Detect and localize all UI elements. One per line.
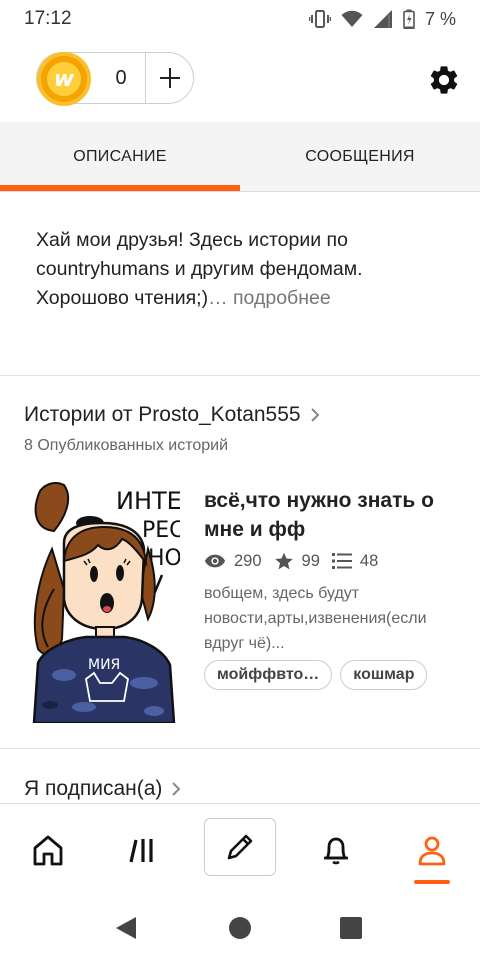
coin-count: 0 xyxy=(115,67,127,89)
buy-coins-button[interactable] xyxy=(146,53,194,103)
divider xyxy=(0,748,480,749)
tab-messages[interactable]: СООБЩЕНИЯ xyxy=(240,122,480,192)
tag-chip[interactable]: кошмар xyxy=(340,660,428,690)
reads-count: 290 xyxy=(234,551,262,570)
story-tags: мойффвто… кошмар xyxy=(204,660,428,690)
library-icon xyxy=(129,839,153,863)
tab-description[interactable]: ОПИСАНИЕ xyxy=(0,122,240,192)
story-cover[interactable]: ИНТЕ- РЕС НО МИЯ xyxy=(24,479,190,725)
read-more-link[interactable]: … подробнее xyxy=(208,287,331,309)
battery-icon xyxy=(403,9,415,29)
profile-tabs: ОПИСАНИЕ СООБЩЕНИЯ xyxy=(0,122,480,192)
home-icon xyxy=(33,835,63,866)
story-description: вобщем, здесь будут новости,арты,извенен… xyxy=(204,585,427,652)
system-back-button[interactable] xyxy=(108,910,144,946)
nav-library[interactable] xyxy=(96,804,192,896)
nav-write[interactable] xyxy=(204,818,276,876)
cover-illustration: ИНТЕ- РЕС НО МИЯ xyxy=(32,482,190,725)
system-navigation xyxy=(0,896,480,960)
coin-icon: w xyxy=(37,52,91,106)
parts-stat: 48 xyxy=(331,551,379,571)
wifi-icon xyxy=(341,10,363,28)
stories-section-title: Истории от Prosto_Kotan555 xyxy=(24,403,301,426)
story-title[interactable]: всё,что нужно знать о мне и фф xyxy=(204,486,466,544)
following-title: Я подписан(а) xyxy=(24,777,163,800)
divider xyxy=(0,375,480,376)
battery-percent: 7 % xyxy=(424,8,456,29)
cover-shirt-text: МИЯ xyxy=(88,657,120,673)
stories-count: 8 Опубликованных историй xyxy=(24,437,229,454)
system-home-button[interactable] xyxy=(222,910,258,946)
votes-stat: 99 xyxy=(274,551,320,571)
coin-letter: w xyxy=(47,62,81,96)
bell-icon xyxy=(324,837,348,865)
chevron-right-icon xyxy=(172,782,181,796)
reads-stat: 290 xyxy=(204,552,262,571)
back-icon xyxy=(116,917,136,939)
nav-home[interactable] xyxy=(0,804,96,896)
recents-icon xyxy=(340,917,362,939)
cover-text-2: РЕС xyxy=(142,518,180,543)
settings-button[interactable] xyxy=(424,60,464,100)
coin-wallet[interactable]: w 0 xyxy=(36,52,194,106)
votes-count: 99 xyxy=(301,551,320,570)
cover-text-1: ИНТЕ- xyxy=(116,487,180,515)
pencil-icon xyxy=(227,834,253,860)
eye-icon xyxy=(204,554,226,568)
list-icon xyxy=(331,553,352,569)
stories-section-header[interactable]: Истории от Prosto_Kotan555 xyxy=(24,403,321,427)
system-recents-button[interactable] xyxy=(333,910,369,946)
active-tab-indicator xyxy=(0,185,240,191)
bottom-navigation xyxy=(0,803,480,896)
vibrate-icon xyxy=(308,9,331,29)
nav-active-indicator xyxy=(414,880,450,884)
home-circle-icon xyxy=(229,917,251,939)
story-stats: 290 99 48 xyxy=(204,551,390,571)
status-time: 17:12 xyxy=(24,8,72,29)
parts-count: 48 xyxy=(359,551,379,570)
status-bar: 17:12 7 % xyxy=(0,0,480,38)
profile-description: Хай мои друзья! Здесь истории по country… xyxy=(36,226,446,313)
chevron-right-icon xyxy=(310,408,320,422)
signal-icon xyxy=(373,9,393,29)
profile-icon xyxy=(418,836,446,866)
nav-notifications[interactable] xyxy=(288,804,384,896)
profile-top-bar: w 0 xyxy=(0,50,480,108)
plus-icon xyxy=(160,68,180,88)
star-icon xyxy=(274,552,293,570)
status-icons: 7 % xyxy=(308,8,456,30)
tag-chip[interactable]: мойффвто… xyxy=(204,660,333,690)
gear-icon xyxy=(430,66,458,94)
following-section-header[interactable]: Я подписан(а) xyxy=(24,777,182,801)
